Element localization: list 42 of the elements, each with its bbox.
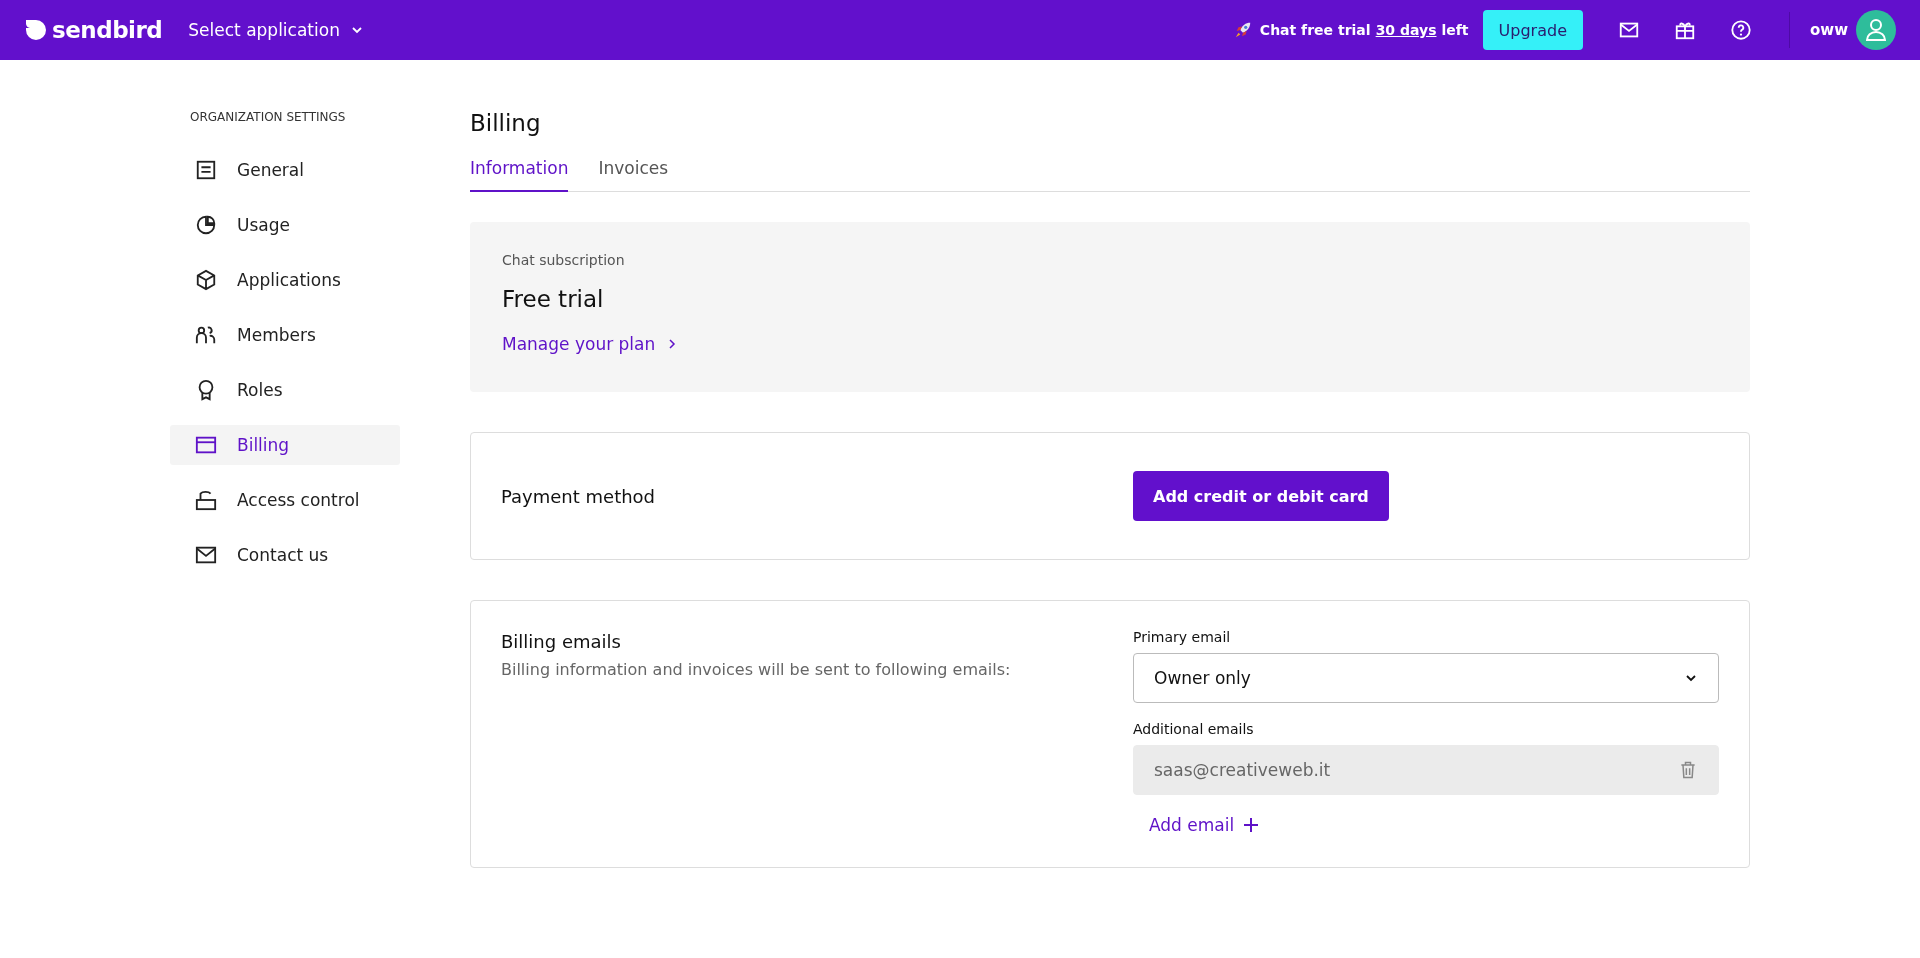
sidebar-item[interactable]: Roles xyxy=(170,370,400,410)
lock-icon xyxy=(195,489,217,511)
sidebar-item[interactable]: General xyxy=(170,150,400,190)
logo[interactable]: sendbird xyxy=(24,17,163,43)
upgrade-button[interactable]: Upgrade xyxy=(1482,10,1583,50)
subscription-label: Chat subscription xyxy=(502,252,626,268)
sidebar-item[interactable]: Access control xyxy=(170,480,400,520)
sidebar-item[interactable]: Usage xyxy=(170,205,400,245)
cube-icon xyxy=(195,269,217,291)
user-name[interactable]: oww xyxy=(1809,21,1848,39)
plan-name: Free trial xyxy=(502,286,605,312)
sidebar-item[interactable]: Applications xyxy=(170,260,400,300)
avatar-icon[interactable] xyxy=(1856,10,1896,50)
application-selector[interactable]: Select application xyxy=(188,20,364,40)
sidebar-heading: ORGANIZATION SETTINGS xyxy=(189,110,347,126)
trial-text-suffix: left xyxy=(1441,22,1469,38)
doc-icon xyxy=(195,159,217,181)
billing-emails-description: Billing information and invoices will be sent to following emails: xyxy=(501,660,1012,679)
mail-icon xyxy=(195,544,217,566)
card-icon xyxy=(195,434,217,456)
sidebar-item[interactable]: Contact us xyxy=(170,535,400,575)
plus-icon xyxy=(1242,816,1261,834)
sidebar-item[interactable]: Billing xyxy=(170,425,400,465)
logo-mark-icon xyxy=(24,20,48,40)
primary-email-select[interactable]: Owner only xyxy=(1133,653,1719,703)
add-card-button[interactable]: Add credit or debit card xyxy=(1133,471,1389,521)
sidebar-item[interactable]: Members xyxy=(170,315,400,355)
billing-emails-title: Billing emails xyxy=(501,631,622,652)
help-icon[interactable] xyxy=(1729,19,1752,41)
payment-title: Payment method xyxy=(501,485,657,507)
trial-text: Chat free trial xyxy=(1259,22,1371,38)
page-title: Billing xyxy=(470,110,542,136)
additional-emails-label: Additional emails xyxy=(1133,721,1255,737)
add-email-button[interactable]: Add email xyxy=(1133,815,1277,835)
trial-days-link[interactable]: 30 days xyxy=(1375,22,1437,38)
manage-plan-link[interactable]: Manage your plan xyxy=(502,334,680,354)
pie-icon xyxy=(195,214,217,236)
primary-email-label: Primary email xyxy=(1133,629,1232,645)
rocket-icon xyxy=(1233,21,1252,39)
tab[interactable]: Invoices xyxy=(598,158,669,192)
tab[interactable]: Information xyxy=(470,158,569,192)
people-icon xyxy=(195,324,217,346)
